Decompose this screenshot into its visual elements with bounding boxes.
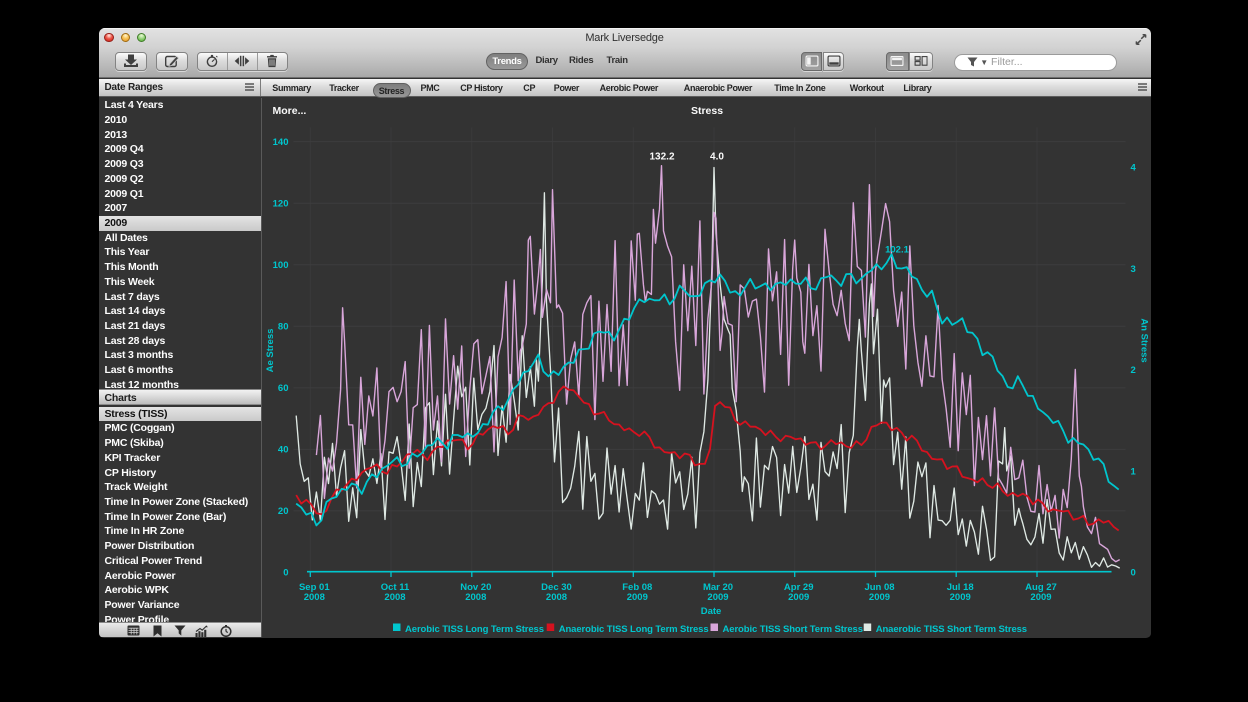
svg-text:2008: 2008 [304,592,325,603]
svg-text:0: 0 [1131,567,1136,578]
svg-text:Anaerobic TISS Long Term Stres: Anaerobic TISS Long Term Stress [559,624,709,635]
svg-text:100: 100 [273,259,289,270]
svg-text:3: 3 [1131,263,1136,274]
svg-text:2009: 2009 [950,592,971,603]
svg-text:2009: 2009 [1030,592,1051,603]
svg-text:Aerobic TISS Short Term Stress: Aerobic TISS Short Term Stress [723,624,863,635]
svg-text:1: 1 [1131,466,1137,477]
svg-text:140: 140 [273,136,289,147]
svg-text:Aerobic TISS Long Term Stress: Aerobic TISS Long Term Stress [405,624,544,635]
svg-text:An Stress: An Stress [1139,318,1150,362]
svg-text:Stress: Stress [691,105,723,117]
svg-text:2008: 2008 [546,592,567,603]
svg-text:More...: More... [273,105,307,117]
svg-text:2: 2 [1131,365,1136,376]
svg-text:Ae Stress: Ae Stress [265,328,276,372]
svg-text:2008: 2008 [384,592,405,603]
svg-text:4: 4 [1131,162,1137,173]
svg-text:102.1: 102.1 [885,244,909,255]
svg-text:2009: 2009 [627,592,648,603]
svg-text:4.0: 4.0 [710,151,724,162]
svg-text:40: 40 [278,444,289,455]
svg-text:132.2: 132.2 [649,151,674,162]
svg-text:2009: 2009 [869,592,890,603]
svg-text:60: 60 [278,383,289,394]
svg-text:20: 20 [278,506,289,517]
svg-text:0: 0 [283,567,288,578]
svg-text:2009: 2009 [707,592,728,603]
svg-text:120: 120 [273,198,289,209]
svg-text:2008: 2008 [465,592,486,603]
svg-text:Anaerobic TISS Short Term Stre: Anaerobic TISS Short Term Stress [876,624,1027,635]
svg-text:2009: 2009 [788,592,809,603]
svg-text:80: 80 [278,321,289,332]
svg-text:Date: Date [701,606,722,617]
